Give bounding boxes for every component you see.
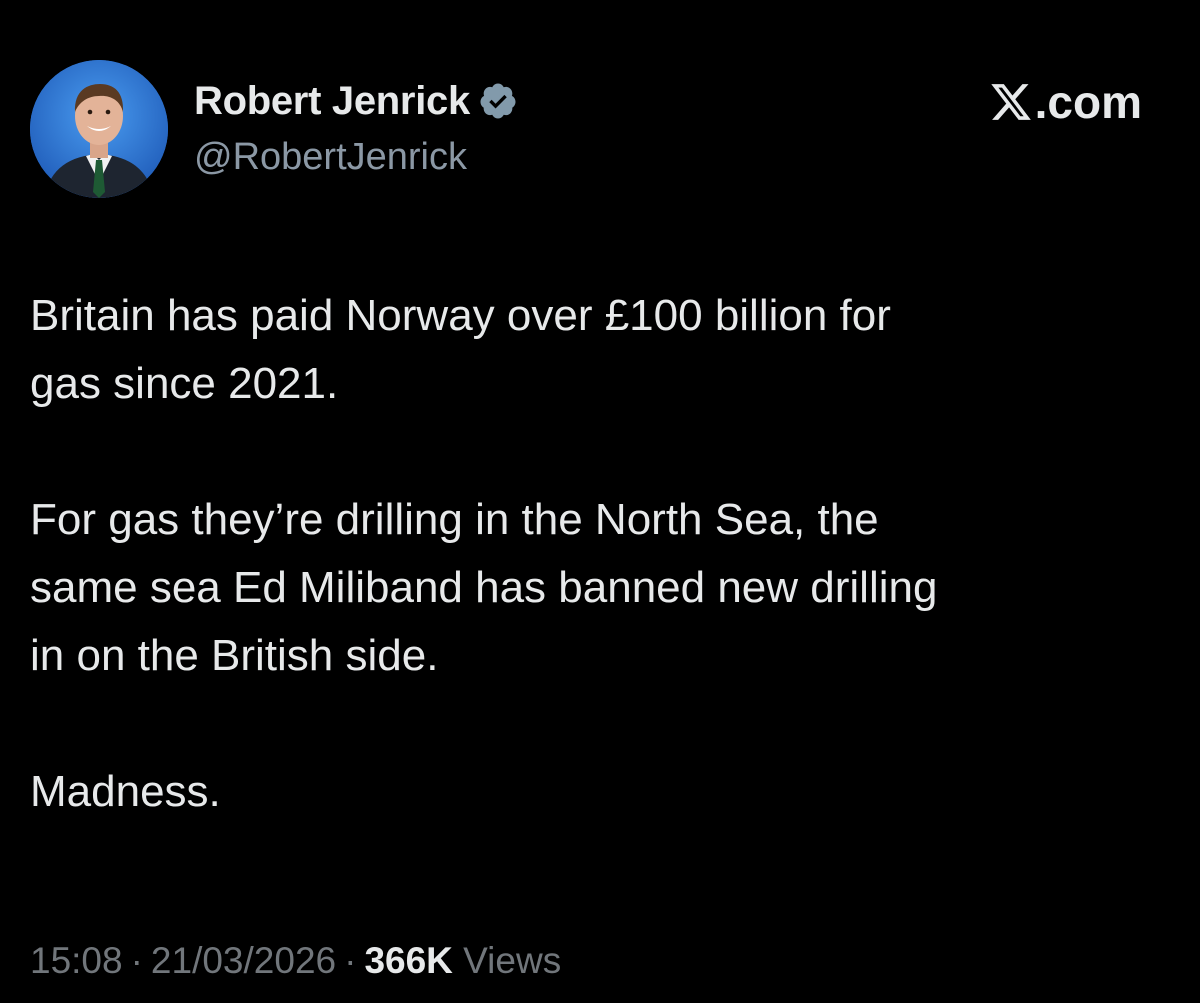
avatar-portrait [30, 60, 168, 198]
tweet-time[interactable]: 15:08 [30, 940, 123, 981]
tweet-paragraph: Britain has paid Norway over £100 billio… [30, 282, 1150, 418]
tweet-paragraph: For gas they’re drilling in the North Se… [30, 486, 1150, 690]
avatar[interactable] [30, 60, 168, 198]
x-logo-icon [989, 80, 1033, 124]
tweet-line: gas since 2021. [30, 359, 339, 408]
tweet-line: Madness. [30, 767, 221, 816]
author-handle[interactable]: @RobertJenrick [194, 136, 467, 179]
author-name-row: Robert Jenrick [194, 76, 518, 126]
tweet-line: same sea Ed Miliband has banned new dril… [30, 563, 938, 612]
tweet-text: Britain has paid Norway over £100 billio… [30, 282, 1150, 826]
author-display-name[interactable]: Robert Jenrick [194, 79, 470, 124]
tweet-card: Robert Jenrick @RobertJenrick .com Brita… [0, 0, 1200, 1003]
meta-separator: · [130, 940, 143, 981]
brand-text: .com [1034, 76, 1142, 128]
brand-watermark: .com [989, 76, 1142, 128]
views-count[interactable]: 366K [364, 940, 452, 981]
tweet-line: Britain has paid Norway over £100 billio… [30, 291, 891, 340]
tweet-line: For gas they’re drilling in the North Se… [30, 495, 879, 544]
tweet-date[interactable]: 21/03/2026 [151, 940, 336, 981]
tweet-line: in on the British side. [30, 631, 439, 680]
meta-separator: · [344, 940, 357, 981]
views-label: Views [463, 940, 562, 981]
verified-badge-icon [478, 81, 518, 121]
tweet-meta: 15:08 · 21/03/2026 · 366K Views [30, 940, 561, 982]
tweet-paragraph: Madness. [30, 758, 1150, 826]
